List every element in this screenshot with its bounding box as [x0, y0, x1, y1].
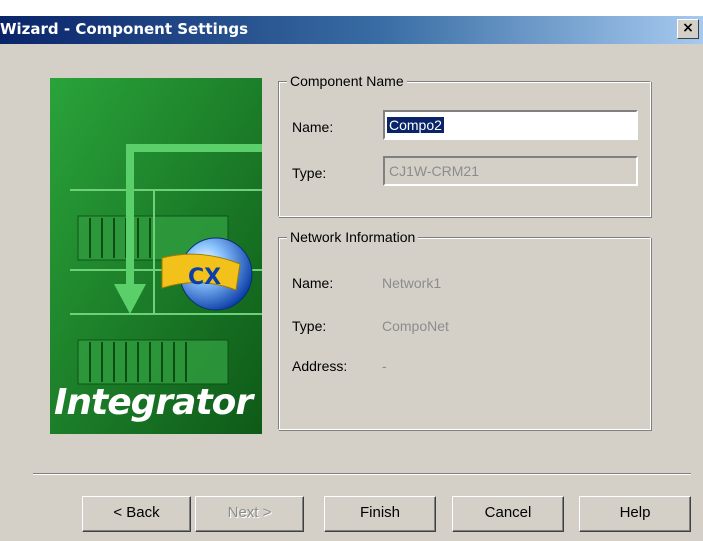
help-button[interactable]: Help [579, 496, 691, 532]
svg-text:CX: CX [188, 265, 221, 290]
title-bar[interactable]: Wizard - Component Settings × [0, 16, 703, 44]
window-title: Wizard - Component Settings [0, 20, 249, 38]
component-type-field: CJ1W-CRM21 [383, 156, 638, 186]
component-name-label: Name: [292, 119, 334, 135]
back-button[interactable]: < Back [82, 496, 191, 532]
next-button[interactable]: Next > [195, 496, 304, 532]
component-type-value: CJ1W-CRM21 [389, 163, 479, 179]
screen-top-strip [0, 0, 703, 16]
cancel-button[interactable]: Cancel [452, 496, 564, 532]
component-name-input[interactable]: Compo2 [383, 110, 638, 140]
network-information-group: Network Information Name: Network1 Type:… [278, 229, 651, 430]
network-address-label: Address: [292, 358, 348, 374]
close-icon: × [682, 20, 694, 36]
network-address-value: - [382, 358, 387, 374]
banner-graphic: CX [50, 78, 262, 434]
button-separator [33, 473, 691, 475]
finish-button[interactable]: Finish [324, 496, 436, 532]
component-name-group: Component Name Name: Compo2 Type: CJ1W-C… [278, 73, 651, 217]
close-button[interactable]: × [677, 19, 699, 39]
component-name-value: Compo2 [387, 117, 444, 133]
network-name-label: Name: [292, 275, 334, 291]
network-name-value: Network1 [382, 275, 442, 291]
network-information-legend: Network Information [287, 229, 419, 245]
network-type-label: Type: [292, 318, 327, 334]
component-type-label: Type: [292, 165, 327, 181]
integrator-banner: CX Integrator [50, 78, 262, 434]
component-name-legend: Component Name [287, 73, 407, 89]
banner-logo-text: Integrator [54, 382, 253, 423]
network-type-value: CompoNet [382, 318, 449, 334]
